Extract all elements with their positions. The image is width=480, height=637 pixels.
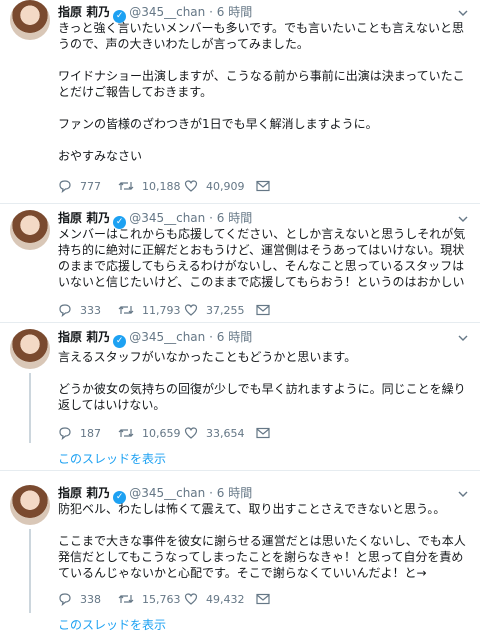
tweet[interactable]: 指原 莉乃 ✓ @345__chan · 6 時間 言えるスタッフがいなかったことも… <box>0 323 480 471</box>
separator: · <box>209 486 213 500</box>
timestamp[interactable]: 6 時間 <box>217 330 252 344</box>
retweet-button[interactable]: 10,188 <box>118 178 181 194</box>
chevron-down-icon[interactable] <box>458 214 468 224</box>
like-button[interactable]: 49,432 <box>184 591 245 607</box>
avatar[interactable] <box>10 210 50 250</box>
like-count: 49,432 <box>206 592 245 606</box>
retweet-count: 10,659 <box>142 426 181 440</box>
reply-icon <box>59 180 71 193</box>
user-handle[interactable]: @345__chan <box>129 486 205 500</box>
like-button[interactable]: 40,909 <box>184 178 245 194</box>
display-name[interactable]: 指原 莉乃 <box>58 5 110 19</box>
retweet-icon <box>118 182 134 190</box>
display-name[interactable]: 指原 莉乃 <box>58 486 110 500</box>
heart-icon <box>184 304 198 316</box>
tweet-text: 言えるスタッフがいなかったこともどうかと思います。 どうか彼女の気持ちの回復が少… <box>58 349 470 413</box>
tweet-paragraph: おやすみなさい <box>58 149 143 163</box>
dm-button[interactable] <box>256 302 278 318</box>
reply-icon <box>59 304 71 317</box>
mail-icon <box>256 427 270 439</box>
show-thread-link[interactable]: このスレッドを表示 <box>58 616 166 633</box>
tweet-paragraph: どうか彼女の気持ちの回復が少しでも早く訪れますように。同じことを繰り返してはいけ… <box>58 382 466 412</box>
retweet-count: 10,188 <box>142 179 181 193</box>
chevron-down-icon[interactable] <box>458 333 468 343</box>
retweet-icon <box>118 306 134 314</box>
dm-button[interactable] <box>256 591 278 607</box>
reply-button[interactable]: 777 <box>58 178 101 194</box>
like-count: 37,255 <box>206 303 245 317</box>
like-button[interactable]: 37,255 <box>184 302 245 318</box>
user-handle[interactable]: @345__chan <box>129 5 205 19</box>
heart-icon <box>184 427 198 439</box>
retweet-button[interactable]: 10,659 <box>118 425 181 441</box>
retweet-count: 11,793 <box>142 303 181 317</box>
tweet-header: 指原 莉乃 ✓ @345__chan · 6 時間 <box>58 329 252 348</box>
mail-icon <box>256 593 270 605</box>
tweet-paragraph: 防犯ベル、わたしは怖くて震えて、取り出すことさえできないと思う。。 <box>58 502 446 516</box>
retweet-button[interactable]: 11,793 <box>118 302 181 318</box>
tweet-paragraph: ワイドナショー出演しますが、こうなる前から事前に出演は決まっていたことだけご報告… <box>58 69 465 99</box>
mail-icon <box>256 180 270 192</box>
thread-line <box>29 373 31 443</box>
tweet-text: きっと強く言いたいメンバーも多いです。でも言いたいことも言えないと思うので、声の… <box>58 20 470 164</box>
tweet-paragraph: きっと強く言いたいメンバーも多いです。でも言いたいことも言えないと思うので、声の… <box>58 21 464 51</box>
reply-count: 338 <box>80 592 101 606</box>
reply-button[interactable]: 333 <box>58 302 101 318</box>
chevron-down-icon[interactable] <box>458 8 468 18</box>
tweet[interactable]: 指原 莉乃 ✓ @345__chan · 6 時間 きっと強く言いたいメンバーも多い… <box>0 0 480 204</box>
timestamp[interactable]: 6 時間 <box>217 211 252 225</box>
reply-count: 333 <box>80 303 101 317</box>
avatar[interactable] <box>10 0 50 40</box>
tweet[interactable]: 指原 莉乃 ✓ @345__chan · 6 時間 メンバーはこれからも応援してくだ… <box>0 204 480 323</box>
like-count: 33,654 <box>206 426 245 440</box>
reply-count: 777 <box>80 179 101 193</box>
heart-icon <box>184 180 198 192</box>
avatar[interactable] <box>10 329 50 369</box>
separator: · <box>209 5 213 19</box>
retweet-button[interactable]: 15,763 <box>118 591 181 607</box>
retweet-icon <box>118 595 134 603</box>
timestamp[interactable]: 6 時間 <box>217 5 252 19</box>
separator: · <box>209 211 213 225</box>
tweet-text: メンバーはこれからも応援してください、としか言えないと思うしそれが気持ち的に絶対… <box>58 226 470 290</box>
retweet-icon <box>118 429 134 437</box>
reply-button[interactable]: 338 <box>58 591 101 607</box>
user-handle[interactable]: @345__chan <box>129 330 205 344</box>
avatar[interactable] <box>10 485 50 525</box>
separator: · <box>209 330 213 344</box>
tweet-paragraph: ここまで大きな事件を彼女に謝らせる運営だとは思いたくないし、でも本人発信だとして… <box>58 534 466 580</box>
thread-line <box>29 529 31 613</box>
tweet[interactable]: 指原 莉乃 ✓ @345__chan · 6 時間 防犯ベル、わたしは怖くて震えて、… <box>0 471 480 637</box>
tweet-paragraph: ファンの皆様のざわつきが1日でも早く解消しますように。 <box>58 117 378 131</box>
like-count: 40,909 <box>206 179 245 193</box>
show-thread-link[interactable]: このスレッドを表示 <box>58 450 166 467</box>
reply-button[interactable]: 187 <box>58 425 101 441</box>
tweet-paragraph: メンバーはこれからも応援してください、としか言えないと思うしそれが気持ち的に絶対… <box>58 227 466 289</box>
reply-icon <box>59 593 71 606</box>
tweet-paragraph: 言えるスタッフがいなかったこともどうかと思います。 <box>58 350 357 364</box>
timestamp[interactable]: 6 時間 <box>217 486 252 500</box>
display-name[interactable]: 指原 莉乃 <box>58 211 110 225</box>
tweet-text: 防犯ベル、わたしは怖くて震えて、取り出すことさえできないと思う。。 ここまで大き… <box>58 501 470 581</box>
heart-icon <box>184 593 198 605</box>
chevron-down-icon[interactable] <box>458 489 468 499</box>
verified-badge-icon: ✓ <box>113 335 127 348</box>
dm-button[interactable] <box>256 425 278 441</box>
mail-icon <box>256 304 270 316</box>
display-name[interactable]: 指原 莉乃 <box>58 330 110 344</box>
like-button[interactable]: 33,654 <box>184 425 245 441</box>
reply-count: 187 <box>80 426 101 440</box>
retweet-count: 15,763 <box>142 592 181 606</box>
user-handle[interactable]: @345__chan <box>129 211 205 225</box>
dm-button[interactable] <box>256 178 278 194</box>
reply-icon <box>59 427 71 440</box>
